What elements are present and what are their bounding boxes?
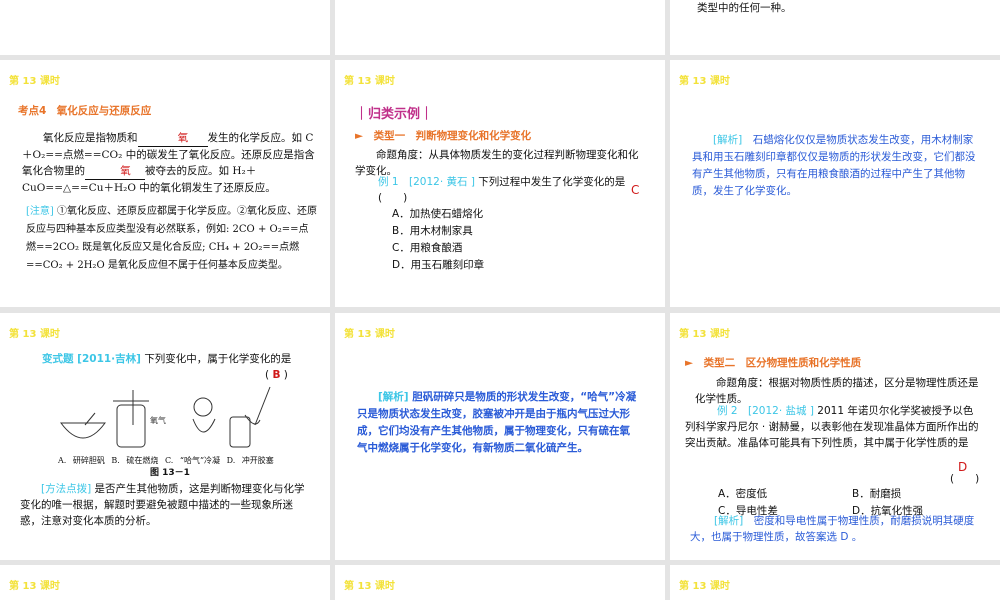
blank-answer: 氧	[85, 163, 145, 180]
slide-header: 第 13 课时	[679, 581, 730, 592]
caption-a: A. 研碎胆矾	[58, 456, 105, 465]
slide-top-left[interactable]	[0, 0, 330, 55]
option-a: A．加热使石蜡熔化	[392, 208, 484, 220]
question: 例 1 [2012· 黄石 ] 下列过程中发生了化学变化的是 ( )	[378, 174, 643, 206]
slide-bottom-left[interactable]: 第 13 课时	[0, 565, 330, 600]
slide-analysis-2[interactable]: 第 13 课时 [解析] 胆矾研碎只是物质的形状发生改变，“哈气”冷凝只是物质状…	[335, 313, 665, 560]
mortar-icon	[60, 412, 106, 439]
analysis-label: [解析]	[713, 134, 743, 146]
type-title: ► 类型一 判断物理变化和化学变化	[355, 130, 532, 142]
slide-header: 第 13 课时	[679, 76, 730, 87]
caption-b: B. 硫在燃烧	[111, 456, 159, 465]
slide-paragraph: 氧化反应是指物质和氧发生的化学反应。如 C＋O₂==点燃==CO₂ 中的碳发生了…	[22, 130, 316, 196]
jar-icon	[113, 390, 149, 448]
syringe-icon	[229, 386, 271, 448]
example-label: 例 2 [2012· 盐城 ]	[717, 405, 814, 417]
answer-paren: ( B )	[265, 369, 288, 381]
analysis-label: [解析]	[378, 391, 409, 403]
slide-example-2[interactable]: 第 13 课时 ► 类型二 区分物理性质和化学性质 命题角度：根据对物质性质的描…	[670, 313, 1000, 560]
answer-paren: ( )	[950, 473, 980, 485]
slide-oxidation-reduction[interactable]: 第 13 课时 考点4 氧化反应与还原反应 氧化反应是指物质和氧发生的化学反应。…	[0, 60, 330, 307]
figure-number: 图 13－1	[150, 468, 190, 478]
text: 氧化反应是指物质和	[43, 132, 138, 144]
slide-top-middle[interactable]	[335, 0, 665, 55]
caption-d: D. 冲开胶塞	[226, 456, 274, 465]
slide-header: 第 13 课时	[679, 329, 730, 340]
options: A．加热使石蜡熔化 B．用木材制家具 C．用粮食酿酒 D．用玉石雕刻印章	[392, 206, 484, 274]
slide-header: 第 13 课时	[344, 76, 395, 87]
slide-header: 第 13 课时	[9, 329, 60, 340]
slide-example-1[interactable]: 第 13 课时 ｜归类示例｜ ► 类型一 判断物理变化和化学变化 命题角度：从具…	[335, 60, 665, 307]
example-label: 例 1 [2012· 黄石 ]	[378, 176, 475, 188]
slide-bottom-middle[interactable]: 第 13 课时	[335, 565, 665, 600]
slide-title: 考点4 氧化反应与还原反应	[18, 105, 152, 117]
option-c: C．用粮食酿酒	[392, 242, 463, 254]
slide-analysis-1[interactable]: 第 13 课时 [解析] 石蜡熔化仅仅是物质状态发生改变，用木材制家具和用玉石雕…	[670, 60, 1000, 307]
method-tip: [方法点拨] 是否产生其他物质，这是判断物理变化与化学变化的唯一根据，解题时要避…	[20, 481, 312, 529]
slide-variant-question[interactable]: 第 13 课时 变式题 [2011·吉林] 下列变化中，属于化学变化的是 ( B…	[0, 313, 330, 560]
analysis: [解析] 胆矾研碎只是物质的形状发生改变，“哈气”冷凝只是物质状态发生改变，胶塞…	[357, 389, 637, 457]
analysis: [解析] 石蜡熔化仅仅是物质状态发生改变，用木材制家具和用玉石雕刻印章都仅仅是物…	[692, 132, 982, 200]
section-title: ｜归类示例｜	[355, 107, 434, 122]
option-b: B．耐磨损	[852, 488, 902, 500]
question: 例 2 [2012· 盐城 ] 2011 年诺贝尔化学奖被授予以色列科学家丹尼尔…	[685, 403, 983, 451]
tip-label: [方法点拨]	[41, 483, 92, 495]
question-text: 下列变化中，属于化学变化的是	[144, 353, 292, 365]
figure-13-1: 氧气	[60, 386, 271, 448]
answer: C	[631, 183, 640, 197]
blank-answer: 氧	[137, 130, 208, 147]
slide-header: 第 13 课时	[344, 329, 395, 340]
note-label: [注意]	[26, 206, 54, 217]
slide-bottom-right[interactable]: 第 13 课时	[670, 565, 1000, 600]
slide-header: 第 13 课时	[344, 581, 395, 592]
slide-header: 第 13 课时	[9, 76, 60, 87]
option-a: A．密度低	[718, 488, 768, 500]
girl-icon	[192, 397, 216, 433]
note: [注意] ①氧化反应、还原反应都属于化学反应。②氧化反应、还原反应与四种基本反应…	[26, 203, 318, 275]
slide-top-right[interactable]: 类型中的任何一种。	[670, 0, 1000, 55]
slide-text: 类型中的任何一种。	[697, 2, 792, 14]
type-title: ► 类型二 区分物理性质和化学性质	[685, 357, 862, 369]
note-text: ①氧化反应、还原反应都属于化学反应。②氧化反应、还原反应与四种基本反应类型没有必…	[26, 206, 317, 271]
answer: B	[272, 369, 281, 381]
option-d: D．用玉石雕刻印章	[392, 259, 485, 271]
oxygen-label: 氧气	[150, 415, 166, 425]
question: 变式题 [2011·吉林] 下列变化中，属于化学变化的是	[42, 351, 312, 367]
caption-c: C. “哈气”冷凝	[164, 456, 221, 465]
analysis-label: [解析]	[714, 515, 744, 527]
analysis: [解析] 密度和导电性属于物理性质，耐磨损说明其硬度大，也属于物理性质，故答案选…	[690, 513, 985, 545]
slide-header: 第 13 课时	[9, 581, 60, 592]
example-label: 变式题 [2011·吉林]	[42, 353, 141, 365]
option-b: B．用木材制家具	[392, 225, 473, 237]
